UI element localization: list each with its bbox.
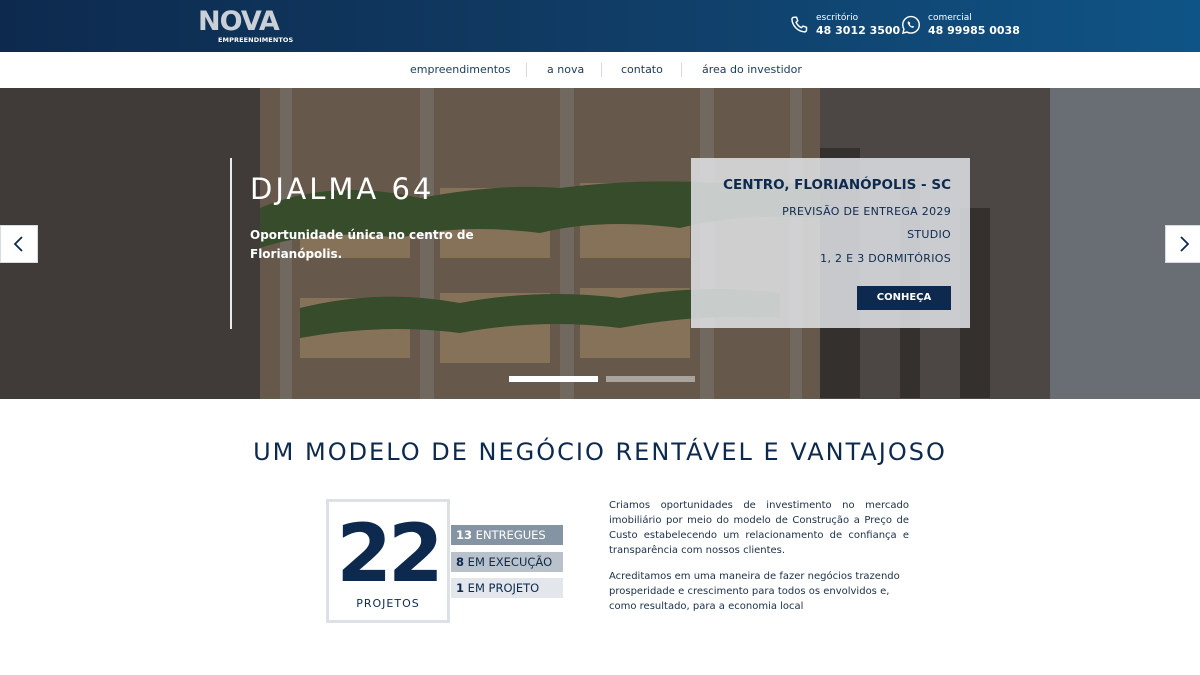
stat-in-progress: 8 EM EXECUÇÃO <box>451 552 563 572</box>
stat-delivered-count: 13 <box>456 528 473 542</box>
nav-divider <box>601 63 602 77</box>
nav-item-empreendimentos[interactable]: empreendimentos <box>410 63 511 76</box>
sales-label: comercial <box>928 13 972 23</box>
hero-description: Oportunidade única no centro de Florianó… <box>250 228 474 261</box>
phone-icon <box>791 16 808 33</box>
stat-delivered-label: ENTREGUES <box>475 528 546 542</box>
projects-total: 22 <box>336 507 443 600</box>
sales-whatsapp-contact[interactable]: comercial 48 99985 0038 <box>900 13 1020 39</box>
chevron-left-icon <box>13 236 23 252</box>
stat-delivered: 13 ENTREGUES <box>451 525 563 545</box>
nav-item-a-nova[interactable]: a nova <box>547 63 584 76</box>
chevron-right-icon <box>1180 236 1190 252</box>
conheca-button[interactable]: CONHEÇA <box>857 286 951 310</box>
main-nav: empreendimentos a nova contato área do i… <box>0 52 1200 88</box>
sales-number: 48 99985 0038 <box>928 24 1020 37</box>
nova-logo[interactable]: NOVA EMPREENDIMENTOS <box>198 6 293 45</box>
projects-count-box: 22 PROJETOS <box>326 499 450 623</box>
project-info-card: CENTRO, FLORIANÓPOLIS - SC PREVISÃO DE E… <box>691 158 970 328</box>
slider-prev-button[interactable] <box>0 225 38 263</box>
hero-slider[interactable]: DJALMA 64 Oportunidade única no centro d… <box>0 88 1200 399</box>
slide-indicator-2[interactable] <box>606 376 695 382</box>
office-phone-contact[interactable]: escritório 48 3012 3500 <box>788 13 900 39</box>
stat-in-planning-count: 1 <box>456 581 465 595</box>
project-location: CENTRO, FLORIANÓPOLIS - SC <box>723 177 951 193</box>
stat-in-planning: 1 EM PROJETO <box>451 578 563 598</box>
projects-label: PROJETOS <box>356 597 420 610</box>
building-photo <box>0 88 1200 399</box>
hero-accent-rule <box>230 158 232 329</box>
logo-subtitle: EMPREENDIMENTOS <box>218 36 294 44</box>
project-type: STUDIO <box>907 228 951 241</box>
stat-in-progress-label: EM EXECUÇÃO <box>467 555 553 569</box>
stat-in-progress-count: 8 <box>456 555 465 569</box>
office-label: escritório <box>816 13 859 23</box>
intro-paragraph: Criamos oportunidades de investimento no… <box>609 500 909 556</box>
project-bedrooms: 1, 2 E 3 DORMITÓRIOS <box>820 252 951 265</box>
stat-in-planning-label: EM PROJETO <box>467 581 540 595</box>
nav-divider <box>526 63 527 77</box>
logo-mark: NOVA <box>198 6 280 37</box>
office-number: 48 3012 3500 <box>816 24 901 37</box>
top-header: NOVA EMPREENDIMENTOS escritório 48 3012 … <box>0 0 1200 52</box>
whatsapp-icon <box>901 15 920 35</box>
nav-item-area-do-investidor[interactable]: área do investidor <box>702 63 802 76</box>
slider-next-button[interactable] <box>1165 225 1200 263</box>
belief-paragraph: Acreditamos em uma maneira de fazer negó… <box>609 571 900 612</box>
section-headline: UM MODELO DE NEGÓCIO RENTÁVEL E VANTAJOS… <box>253 438 947 466</box>
nav-divider <box>681 63 682 77</box>
hero-title: DJALMA 64 <box>250 172 435 206</box>
project-delivery: PREVISÃO DE ENTREGA 2029 <box>782 205 951 218</box>
slide-indicator-1[interactable] <box>509 376 598 382</box>
nav-item-contato[interactable]: contato <box>621 63 663 76</box>
